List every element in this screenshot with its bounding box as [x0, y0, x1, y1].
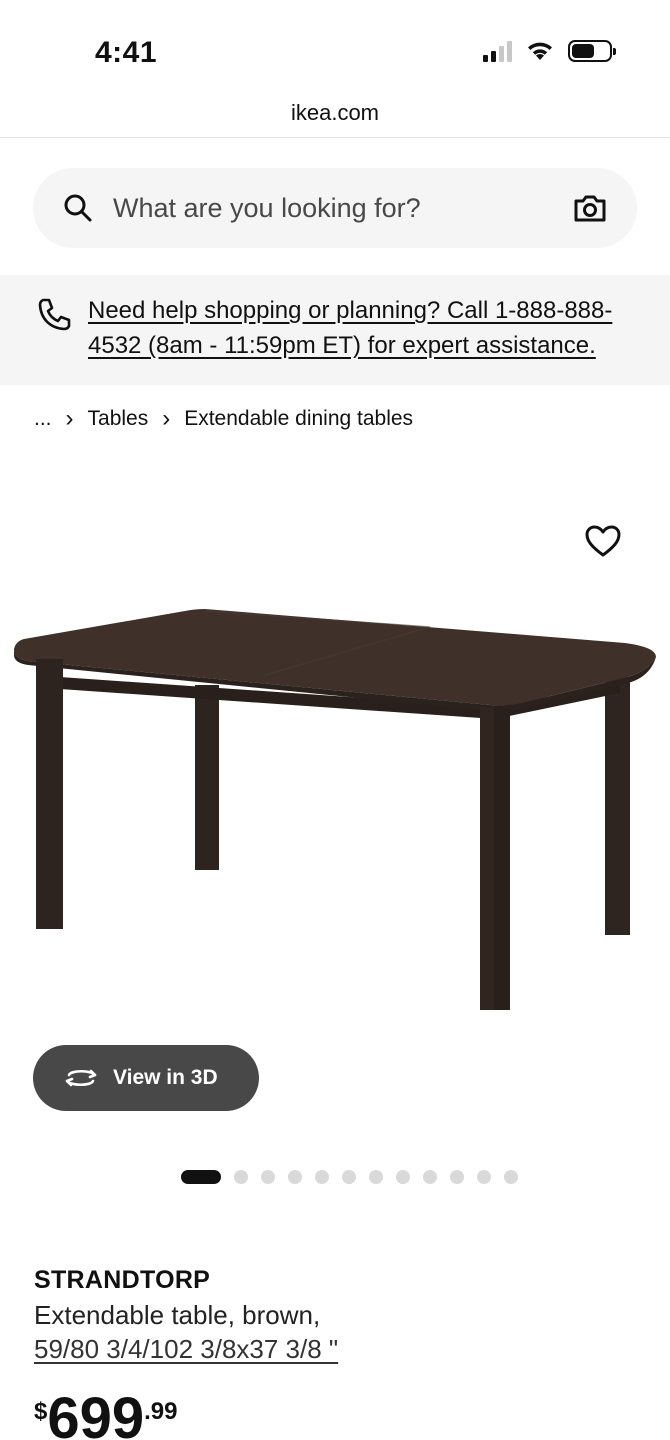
carousel-dot[interactable] — [261, 1170, 275, 1184]
cellular-signal-icon — [483, 40, 512, 62]
phone-icon — [38, 298, 71, 331]
breadcrumb-ellipsis[interactable]: ... — [34, 407, 52, 431]
status-icons — [483, 40, 616, 62]
battery-icon — [568, 40, 616, 62]
carousel-dot[interactable] — [315, 1170, 329, 1184]
breadcrumb-item-extendable-dining-tables[interactable]: Extendable dining tables — [184, 407, 413, 431]
carousel-dot[interactable] — [181, 1170, 221, 1184]
chevron-right-icon: › — [65, 405, 74, 432]
carousel-dot[interactable] — [504, 1170, 518, 1184]
chevron-right-icon: › — [162, 405, 171, 432]
carousel-dot[interactable] — [369, 1170, 383, 1184]
product-size-link[interactable]: 59/80 3/4/102 3/8x37 3/8 " — [34, 1334, 338, 1365]
help-phone-link[interactable]: Need help shopping or planning? Call 1-8… — [88, 293, 636, 385]
search-icon — [64, 194, 92, 222]
search-input[interactable]: What are you looking for? — [33, 168, 637, 248]
product-image[interactable] — [0, 445, 670, 1065]
carousel-dot[interactable] — [288, 1170, 302, 1184]
camera-icon[interactable] — [573, 193, 607, 223]
help-banner: Need help shopping or planning? Call 1-8… — [0, 275, 670, 385]
view-in-3d-button[interactable]: View in 3D — [33, 1045, 259, 1111]
breadcrumb-item-tables[interactable]: Tables — [88, 407, 149, 431]
search-placeholder: What are you looking for? — [113, 192, 421, 223]
carousel-dot[interactable] — [450, 1170, 464, 1184]
status-time: 4:41 — [95, 36, 158, 69]
breadcrumb: ... › Tables › Extendable dining tables — [34, 405, 413, 433]
rotate-3d-icon — [65, 1069, 97, 1087]
carousel-dot[interactable] — [477, 1170, 491, 1184]
product-description: Extendable table, brown, — [34, 1300, 321, 1330]
price-currency: $ — [34, 1398, 48, 1425]
carousel-dot[interactable] — [396, 1170, 410, 1184]
status-bar: 4:41 — [0, 0, 670, 100]
carousel-dot[interactable] — [423, 1170, 437, 1184]
wifi-icon — [528, 42, 552, 60]
view-in-3d-label: View in 3D — [113, 1066, 218, 1089]
image-carousel-indicator[interactable] — [181, 1170, 518, 1184]
price-main: 699 — [47, 1386, 145, 1440]
product-name: STRANDTORP — [34, 1266, 211, 1294]
carousel-dot[interactable] — [234, 1170, 248, 1184]
carousel-dot[interactable] — [342, 1170, 356, 1184]
product-price: $ 699 .99 — [34, 1390, 178, 1440]
browser-url[interactable]: ikea.com — [0, 100, 670, 138]
heart-icon[interactable] — [584, 524, 622, 558]
price-cents: .99 — [144, 1398, 178, 1425]
